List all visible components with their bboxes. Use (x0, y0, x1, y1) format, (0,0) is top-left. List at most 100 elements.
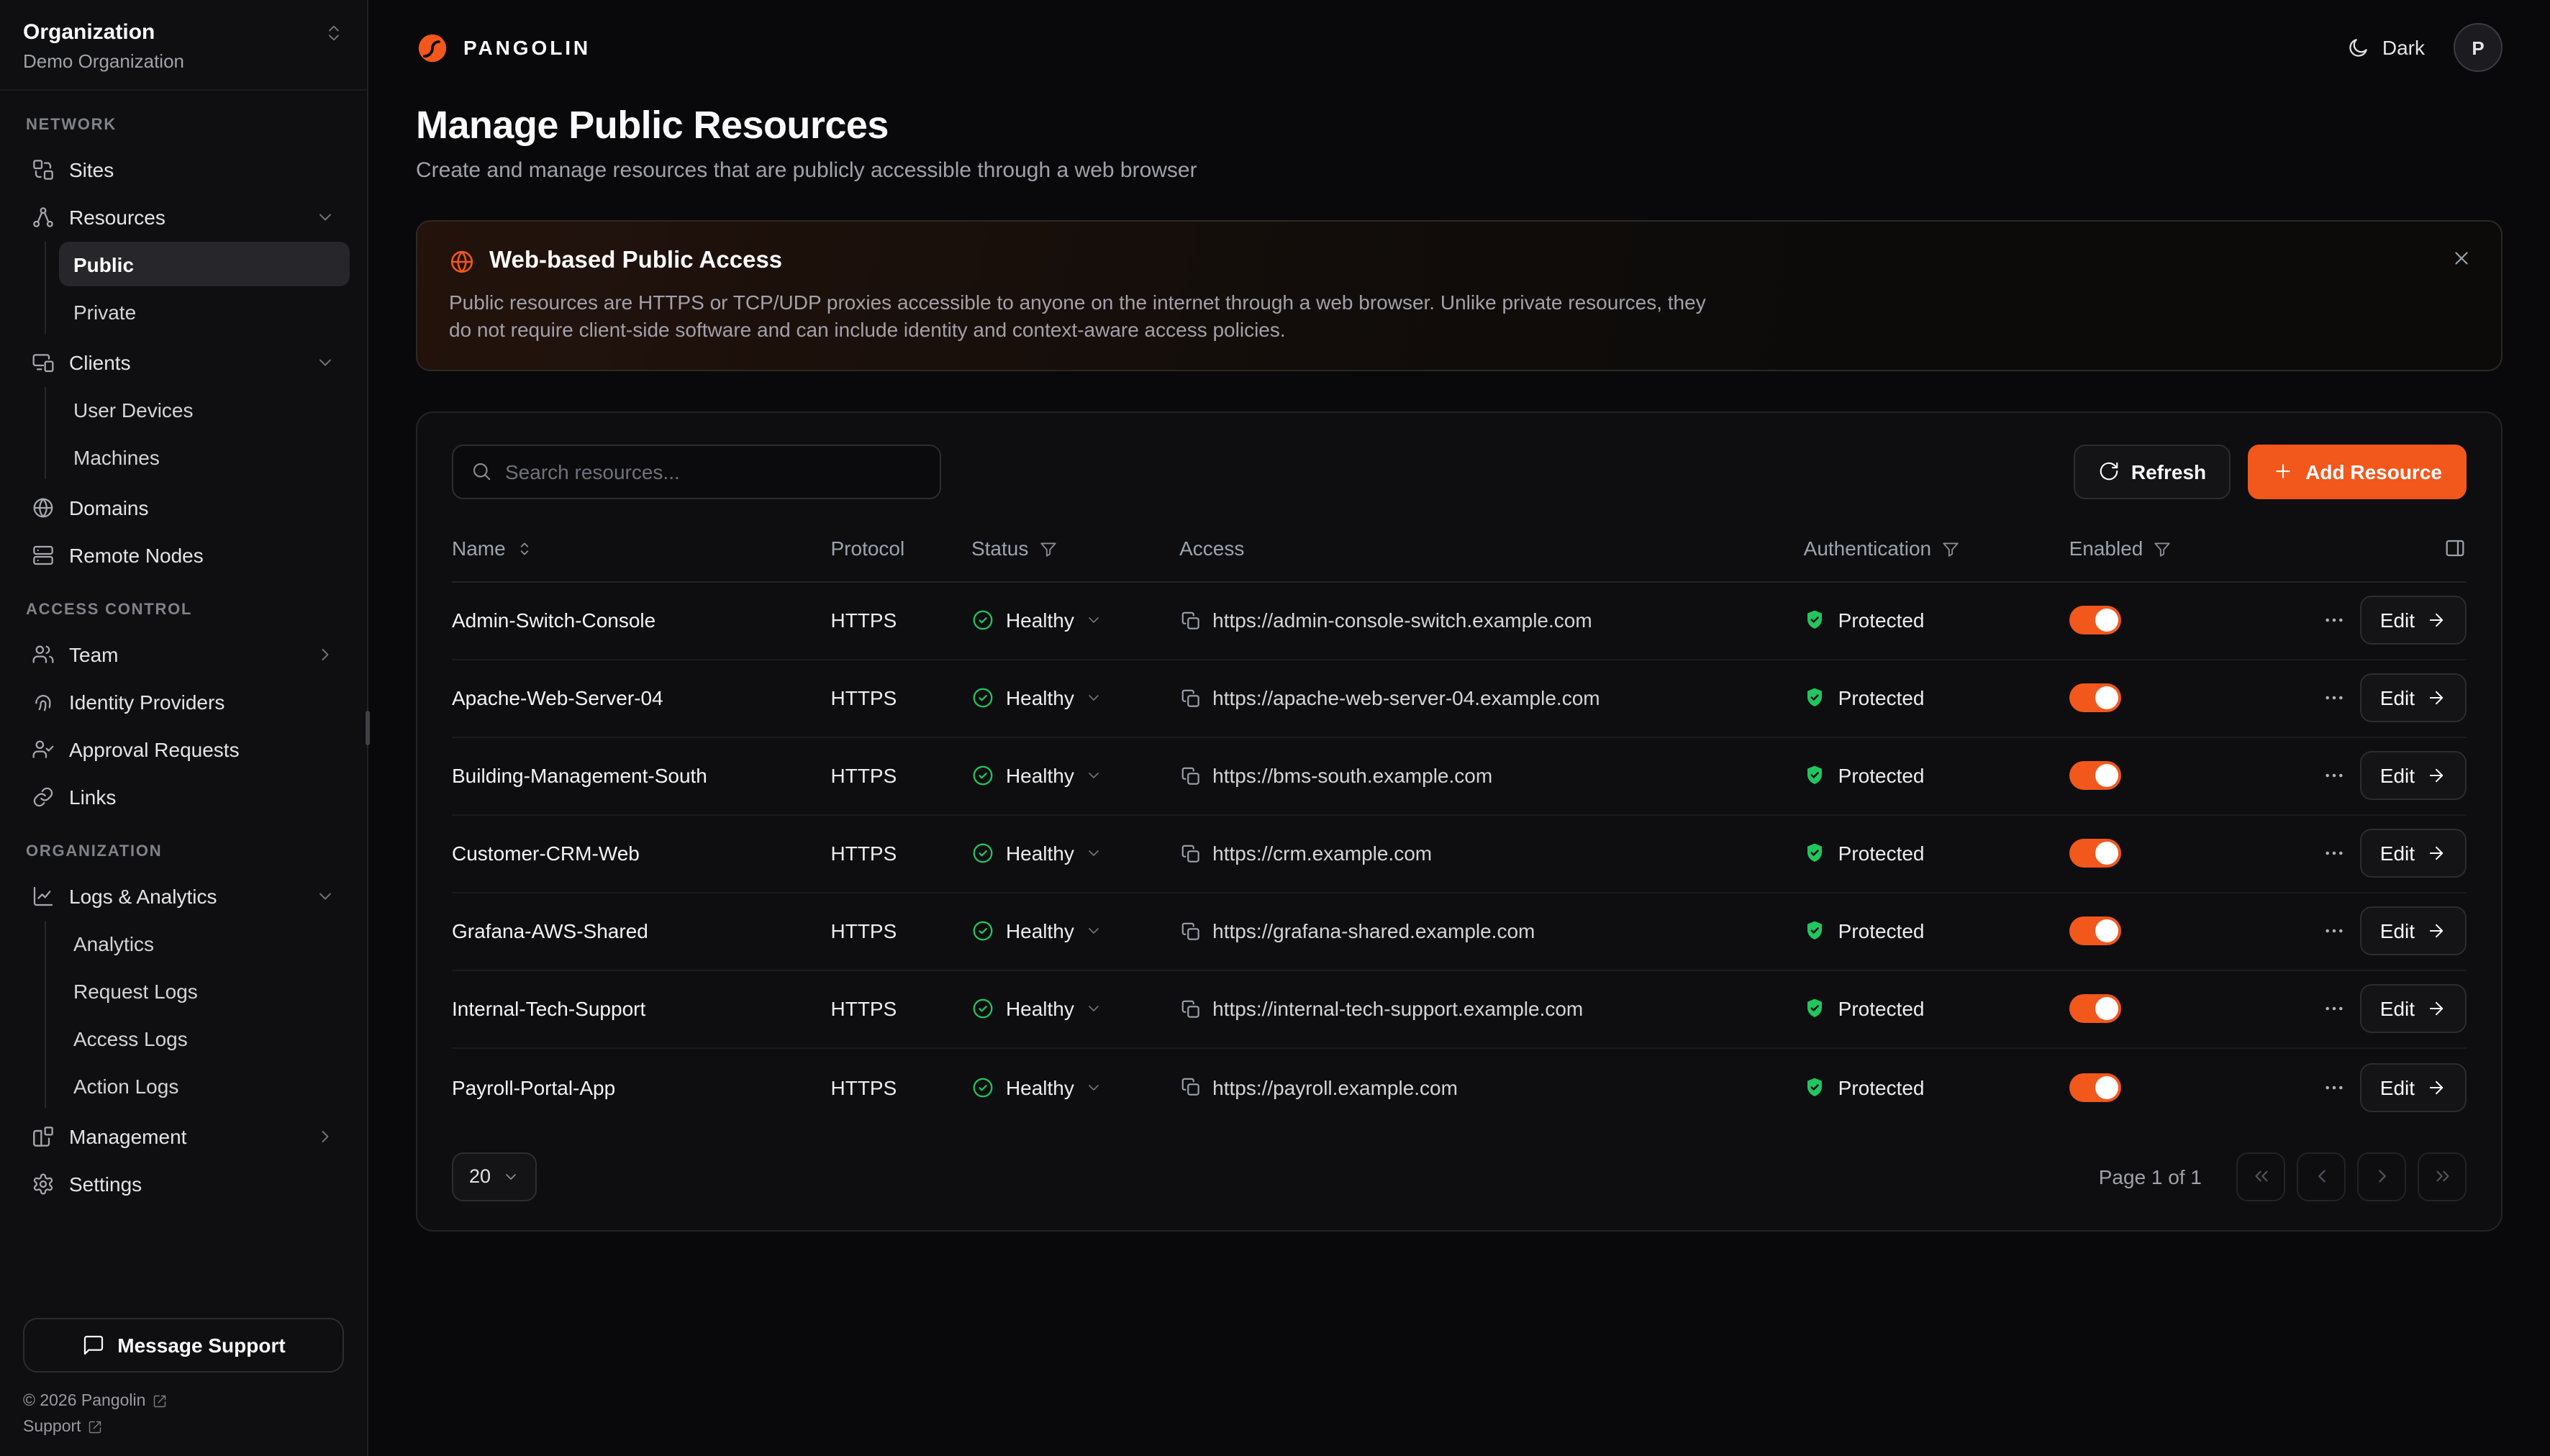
row-more-button[interactable] (2320, 684, 2349, 713)
status-cell[interactable]: Healthy (971, 765, 1179, 788)
banner-body: Public resources are HTTPS or TCP/UDP pr… (449, 289, 1715, 344)
filter-icon[interactable] (1038, 540, 1057, 558)
sidebar-item-label: Request Logs (73, 979, 198, 1002)
authentication-label: Protected (1838, 1076, 1925, 1099)
chevron-down-icon (1086, 690, 1103, 707)
sidebar-item-sites[interactable]: Sites (17, 145, 350, 193)
sidebar-item-private[interactable]: Private (59, 289, 350, 334)
edit-button[interactable]: Edit (2360, 752, 2467, 801)
prev-page-button[interactable] (2297, 1152, 2346, 1201)
enabled-toggle[interactable] (2069, 995, 2121, 1024)
copyright-link[interactable]: © 2026 Pangolin (23, 1393, 344, 1410)
edit-button[interactable]: Edit (2360, 596, 2467, 645)
copy-url-button[interactable] (1179, 688, 1201, 709)
row-actions: Edit (2292, 985, 2467, 1034)
sidebar-item-identity-providers[interactable]: Identity Providers (17, 678, 350, 725)
avatar[interactable]: P (2454, 23, 2503, 72)
sidebar-item-approval-requests[interactable]: Approval Requests (17, 725, 350, 773)
chevron-down-icon (315, 886, 335, 906)
sidebar-item-clients[interactable]: Clients (17, 338, 350, 386)
copy-url-button[interactable] (1179, 921, 1201, 942)
sidebar-item-settings[interactable]: Settings (17, 1160, 350, 1207)
enabled-toggle[interactable] (2069, 684, 2121, 713)
support-link[interactable]: Support (23, 1419, 344, 1436)
status-cell[interactable]: Healthy (971, 842, 1179, 865)
sidebar-resize-handle[interactable] (366, 711, 370, 745)
sidebar-item-logs-analytics[interactable]: Logs & Analytics (17, 872, 350, 919)
enabled-toggle[interactable] (2069, 1073, 2121, 1102)
edit-button[interactable]: Edit (2360, 674, 2467, 723)
nav-section-label: NETWORK (26, 117, 341, 134)
enabled-toggle[interactable] (2069, 762, 2121, 791)
theme-toggle-button[interactable]: Dark (2348, 36, 2425, 59)
banner-close-button[interactable] (2448, 245, 2475, 276)
sort-icon[interactable] (516, 540, 535, 558)
sidebar-item-public[interactable]: Public (59, 242, 350, 286)
status-cell[interactable]: Healthy (971, 920, 1179, 943)
status-cell[interactable]: Healthy (971, 1076, 1179, 1099)
sidebar-item-team[interactable]: Team (17, 630, 350, 678)
sidebar-item-user-devices[interactable]: User Devices (59, 387, 350, 432)
row-more-button[interactable] (2320, 995, 2349, 1024)
row-actions: Edit (2292, 907, 2467, 956)
external-link-icon (153, 1394, 167, 1409)
edit-button[interactable]: Edit (2360, 907, 2467, 956)
row-more-button[interactable] (2320, 606, 2349, 635)
sidebar-item-action-logs[interactable]: Action Logs (59, 1063, 350, 1108)
row-more-button[interactable] (2320, 1073, 2349, 1102)
sidebar-item-domains[interactable]: Domains (17, 483, 350, 531)
sidebar-item-management[interactable]: Management (17, 1112, 350, 1160)
enabled-toggle[interactable] (2069, 917, 2121, 946)
filter-icon[interactable] (1941, 540, 1960, 558)
page-size-select[interactable]: 20 (452, 1152, 537, 1201)
sidebar-item-label: Links (69, 785, 116, 808)
sidebar-item-request-logs[interactable]: Request Logs (59, 968, 350, 1013)
row-more-button[interactable] (2320, 762, 2349, 791)
link-icon (32, 785, 55, 808)
status-label: Healthy (1006, 1076, 1074, 1099)
sidebar-item-analytics[interactable]: Analytics (59, 921, 350, 965)
sidebar-item-label: Public (73, 252, 134, 276)
sidebar-item-links[interactable]: Links (17, 773, 350, 820)
status-cell[interactable]: Healthy (971, 998, 1179, 1021)
copy-url-button[interactable] (1179, 1077, 1201, 1098)
resource-protocol: HTTPS (831, 1076, 971, 1099)
sidebar-item-label: Action Logs (73, 1074, 178, 1097)
edit-button[interactable]: Edit (2360, 829, 2467, 878)
resource-url: https://payroll.example.com (1212, 1076, 1458, 1099)
copy-url-button[interactable] (1179, 998, 1201, 1020)
globe-icon (449, 248, 475, 274)
edit-button[interactable]: Edit (2360, 1063, 2467, 1112)
message-support-button[interactable]: Message Support (23, 1318, 344, 1373)
copy-url-button[interactable] (1179, 610, 1201, 632)
org-switcher[interactable]: Organization Demo Organization (0, 0, 367, 91)
sidebar-item-resources[interactable]: Resources (17, 193, 350, 240)
row-actions: Edit (2292, 596, 2467, 645)
copy-url-button[interactable] (1179, 765, 1201, 787)
refresh-button[interactable]: Refresh (2074, 445, 2231, 499)
edit-button[interactable]: Edit (2360, 985, 2467, 1034)
toggle-knob (2095, 765, 2118, 788)
copy-url-button[interactable] (1179, 843, 1201, 865)
search-input[interactable] (505, 460, 922, 483)
next-page-button[interactable] (2357, 1152, 2406, 1201)
sidebar-item-machines[interactable]: Machines (59, 434, 350, 479)
add-resource-button[interactable]: Add Resource (2248, 445, 2467, 499)
sidebar-item-access-logs[interactable]: Access Logs (59, 1016, 350, 1060)
status-cell[interactable]: Healthy (971, 687, 1179, 710)
column-header-access: Access (1179, 537, 1244, 560)
first-page-button[interactable] (2236, 1152, 2285, 1201)
sidebar-item-remote-nodes[interactable]: Remote Nodes (17, 531, 350, 578)
status-cell[interactable]: Healthy (971, 609, 1179, 632)
sidebar-bottom: Message Support (0, 1301, 367, 1393)
row-more-button[interactable] (2320, 840, 2349, 868)
filter-icon[interactable] (2153, 540, 2172, 558)
chevrons-up-down-icon (324, 22, 344, 42)
columns-settings-icon[interactable] (2444, 537, 2467, 560)
row-more-button[interactable] (2320, 917, 2349, 946)
last-page-button[interactable] (2418, 1152, 2467, 1201)
enabled-toggle[interactable] (2069, 840, 2121, 868)
sidebar-item-label: Logs & Analytics (69, 884, 217, 907)
row-actions: Edit (2292, 674, 2467, 723)
enabled-toggle[interactable] (2069, 606, 2121, 635)
